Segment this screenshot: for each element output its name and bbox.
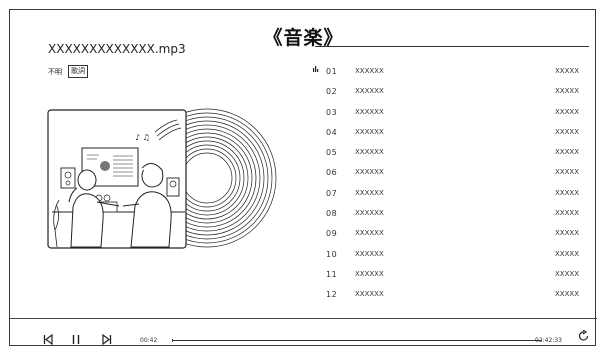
track-extra: XXXXX <box>555 209 579 218</box>
track-extra: XXXXX <box>555 188 579 197</box>
lyrics-button[interactable]: 歌詞 <box>68 65 88 78</box>
track-number: 10 <box>326 249 338 259</box>
svg-text:♪ ♫: ♪ ♫ <box>135 133 150 142</box>
track-extra: XXXXX <box>555 67 579 75</box>
track-name: XXXXXX <box>355 188 384 197</box>
track-row[interactable]: 10 XXXXXX XXXXX <box>310 244 590 264</box>
now-playing-icon <box>313 66 319 72</box>
progress-fill <box>172 339 174 342</box>
track-row[interactable]: 09 XXXXXX XXXXX <box>310 223 590 243</box>
track-number: 01 <box>326 67 338 76</box>
player-divider <box>10 318 597 319</box>
track-extra: XXXXX <box>555 269 579 278</box>
elapsed-time: 00:42 <box>140 337 158 344</box>
track-number: 04 <box>326 127 338 137</box>
track-row[interactable]: 06 XXXXXX XXXXX <box>310 162 590 182</box>
track-row[interactable]: 07 XXXXXX XXXXX <box>310 183 590 203</box>
song-title: XXXXXXXXXXXXX.mp3 <box>48 42 186 56</box>
title-divider <box>315 46 589 47</box>
track-number: 09 <box>326 229 338 239</box>
skip-next-icon[interactable] <box>102 334 112 345</box>
track-extra: XXXXX <box>555 229 579 238</box>
album-art: ♪ ♫ <box>47 102 287 252</box>
track-extra: XXXXX <box>555 107 579 116</box>
track-name: XXXXXX <box>355 87 384 96</box>
track-number: 02 <box>326 87 338 97</box>
track-name: XXXXXX <box>355 168 384 177</box>
track-extra: XXXXX <box>555 249 579 258</box>
track-extra: XXXXX <box>555 290 579 299</box>
track-extra: XXXXX <box>555 87 579 96</box>
track-name: XXXXXX <box>355 290 384 299</box>
track-extra: XXXXX <box>555 168 579 177</box>
track-row[interactable]: 08 XXXXXX XXXXX <box>310 203 590 223</box>
track-name: XXXXXX <box>355 127 384 136</box>
track-row[interactable]: 11 XXXXXX XXXXX <box>310 264 590 284</box>
track-number: 11 <box>326 269 338 279</box>
track-extra: XXXXX <box>555 127 579 136</box>
track-row[interactable]: 12 XXXXXX XXXXX <box>310 284 590 304</box>
track-name: XXXXXX <box>355 229 384 238</box>
track-name: XXXXXX <box>355 269 384 278</box>
track-row[interactable]: 03 XXXXXX XXXXX <box>310 102 590 122</box>
skip-previous-icon[interactable] <box>43 334 53 345</box>
track-name: XXXXXX <box>355 67 384 75</box>
track-number: 12 <box>326 290 338 300</box>
track-number: 06 <box>326 168 338 178</box>
track-number: 08 <box>326 209 338 219</box>
total-time: 02:42:33 <box>535 337 562 344</box>
album-art-illustration: ♪ ♫ <box>47 108 277 249</box>
repeat-icon[interactable] <box>578 330 590 342</box>
track-name: XXXXXX <box>355 107 384 116</box>
progress-bar[interactable] <box>172 339 542 342</box>
track-extra: XXXXX <box>555 148 579 157</box>
track-name: XXXXXX <box>355 148 384 157</box>
artist-label: 不明 <box>48 68 62 76</box>
track-list: 01 XXXXXX XXXXX 02 XXXXXX XXXXX 03 XXXXXX XXXXX 0… <box>310 61 590 305</box>
track-row[interactable]: 04 XXXXXX XXXXX <box>310 122 590 142</box>
track-number: 05 <box>326 148 338 158</box>
track-number: 07 <box>326 188 338 198</box>
track-name: XXXXXX <box>355 209 384 218</box>
track-row[interactable]: 05 XXXXXX XXXXX <box>310 142 590 162</box>
pause-icon[interactable] <box>71 334 81 345</box>
track-row[interactable]: 01 XXXXXX XXXXX <box>310 61 590 81</box>
track-row[interactable]: 02 XXXXXX XXXXX <box>310 81 590 101</box>
track-name: XXXXXX <box>355 249 384 258</box>
music-player-window: 《音楽》 XXXXXXXXXXXXX.mp3 不明 歌詞 ♪ ♫ 01 XXXX… <box>9 9 597 346</box>
track-number: 03 <box>326 107 338 117</box>
